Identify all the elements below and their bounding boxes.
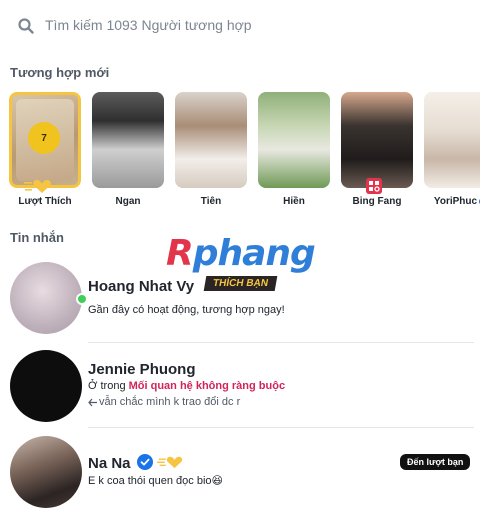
conversation-name-text: Na Na: [88, 455, 131, 472]
conversation-name: Hoang Nhat Vy: [88, 278, 195, 295]
conversation-preview-text: vẫn chắc mình k trao đổi dc r: [99, 396, 241, 408]
divider: [88, 427, 474, 428]
verified-icon: [136, 454, 153, 470]
watermark-logo-text: phang: [192, 233, 316, 274]
gold-heart-icon: [156, 456, 183, 469]
match-card[interactable]: Ngan: [92, 92, 164, 207]
online-status-icon: [76, 293, 88, 305]
status-highlight: Mối quan hệ không ràng buộc: [128, 380, 286, 392]
match-card[interactable]: Bing Fang: [341, 92, 413, 207]
match-photo: [424, 92, 480, 188]
conversation-preview: vẫn chắc mình k trao đổi dc r: [88, 396, 240, 408]
search-input[interactable]: [45, 14, 445, 36]
likes-you-badge: THÍCH BẠN: [203, 276, 278, 291]
match-card[interactable]: Hiền: [258, 92, 330, 207]
likes-label: Lượt Thích: [18, 196, 72, 207]
conversation-preview: Gần đây có hoạt động, tương hợp ngay!: [88, 304, 285, 316]
match-name: Tiên: [200, 196, 222, 207]
match-photo: [92, 92, 164, 188]
gold-heart-icon: [22, 179, 51, 193]
shared-interest-icon: [366, 178, 382, 194]
match-name-text: YoriPhuc: [433, 196, 478, 207]
match-photo: [175, 92, 247, 188]
divider: [88, 342, 474, 343]
avatar: [10, 262, 82, 334]
avatar: [10, 350, 82, 422]
match-name: Hiền: [283, 196, 305, 207]
conversation-name: Jennie Phuong: [88, 361, 196, 378]
your-turn-badge: Đến lượt bạn: [400, 454, 471, 470]
new-matches-title: Tương hợp mới: [10, 65, 110, 80]
new-matches-carousel[interactable]: 7 Lượt Thích Ngan Tiên Hiền Bing Fang Yo…: [0, 92, 480, 212]
watermark-logo: Rphang: [166, 233, 316, 274]
match-card[interactable]: Tiên: [175, 92, 247, 207]
search-bar[interactable]: [0, 0, 480, 50]
conversation-name: Na Na: [88, 454, 185, 472]
relationship-status: Ở trong Mối quan hệ không ràng buộc: [88, 380, 285, 392]
match-name: Ngan: [115, 196, 141, 207]
search-icon: [18, 18, 34, 34]
match-name: YoriPhuc: [414, 196, 480, 207]
avatar: [10, 436, 82, 508]
conversation-preview: E k coa thói quen đọc bio😆: [88, 475, 223, 487]
match-photo: [258, 92, 330, 188]
reply-arrow-icon: [88, 398, 97, 406]
match-card[interactable]: YoriPhuc: [424, 92, 480, 207]
messages-title: Tin nhắn: [10, 230, 64, 245]
status-prefix: Ở trong: [88, 380, 129, 392]
likes-count-badge: 7: [28, 122, 60, 154]
match-photo: [341, 92, 413, 188]
likes-card[interactable]: 7: [9, 92, 81, 188]
match-name: Bing Fang: [352, 196, 402, 207]
watermark-logo-initial: R: [166, 233, 194, 274]
